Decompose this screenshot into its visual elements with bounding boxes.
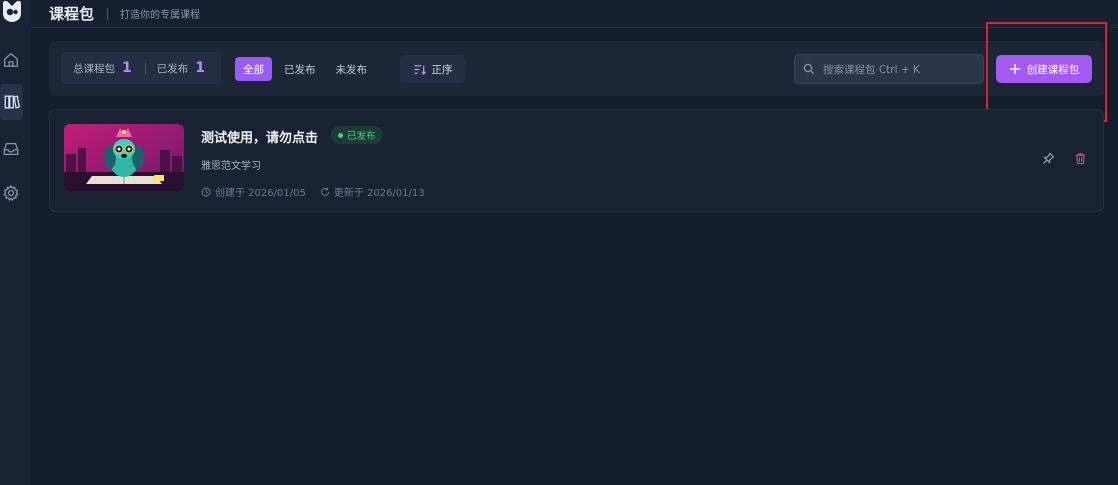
page-title: 课程包 [49, 5, 95, 23]
sidebar-item-courses[interactable] [0, 84, 23, 120]
stat-published: 已发布 1 [157, 60, 205, 76]
stat-published-label: 已发布 [156, 63, 189, 75]
stats-panel: 总课程包 1 已发布 1 [61, 52, 221, 84]
stat-total: 总课程包 1 [73, 60, 132, 76]
delete-button[interactable] [1074, 152, 1087, 165]
pin-icon [1042, 152, 1055, 165]
status-label: 已发布 [347, 131, 376, 142]
plus-icon [1009, 64, 1020, 74]
sort-label: 正序 [431, 63, 453, 76]
refresh-icon [320, 187, 329, 196]
gear-icon [3, 184, 19, 202]
inbox-icon [3, 142, 19, 156]
sort-icon [413, 64, 426, 75]
create-course-package-button[interactable]: 创建课程包 [996, 55, 1092, 83]
app-logo[interactable] [1, 0, 23, 22]
title-divider [107, 7, 109, 20]
home-icon [4, 52, 18, 67]
books-icon [4, 95, 20, 109]
sidebar-item-settings[interactable] [0, 175, 22, 211]
card-actions [1042, 152, 1087, 165]
sidebar-item-inbox[interactable] [0, 131, 22, 167]
create-course-package-label: 创建课程包 [1026, 63, 1080, 76]
search-placeholder: 搜索课程包 Ctrl + K [823, 63, 920, 76]
updated-date-text: 更新于 2026/01/13 [333, 188, 425, 199]
search-input[interactable]: 搜索课程包 Ctrl + K [794, 54, 984, 84]
filter-unpublished-button[interactable]: 未发布 [328, 57, 376, 81]
course-card[interactable]: 测试使用，请勿点击 已发布 雅思范文学习 创建于 2026/01/05 更新于 … [49, 109, 1104, 212]
status-dot [338, 132, 343, 138]
sidebar-item-home[interactable] [0, 42, 22, 78]
filter-published-button[interactable]: 已发布 [276, 57, 324, 81]
page-subtitle: 打造你的专属课程 [120, 10, 201, 21]
toolbar: 总课程包 1 已发布 1 全部 已发布 未发布 正序 搜索课程包 Ctrl + … [49, 41, 1104, 96]
top-bar: 课程包 打造你的专属课程 [31, 0, 1118, 28]
course-meta: 创建于 2026/01/05 更新于 2026/01/13 [201, 184, 439, 199]
sort-button[interactable]: 正序 [400, 55, 465, 83]
filter-group: 全部 已发布 未发布 [235, 57, 375, 81]
created-date-text: 创建于 2026/01/05 [215, 188, 306, 199]
stat-total-value: 1 [122, 60, 132, 76]
stat-total-label: 总课程包 [73, 63, 115, 75]
course-title[interactable]: 测试使用，请勿点击 [201, 127, 318, 146]
stat-divider [144, 62, 146, 74]
sidebar [0, 0, 32, 485]
trash-icon [1075, 153, 1086, 165]
course-thumbnail [64, 124, 184, 191]
filter-all-button[interactable]: 全部 [235, 57, 272, 81]
search-icon [803, 63, 815, 75]
status-badge: 已发布 [331, 126, 383, 144]
created-date: 创建于 2026/01/05 [201, 184, 306, 199]
clock-icon [201, 187, 211, 196]
updated-date: 更新于 2026/01/13 [320, 184, 425, 199]
course-description: 雅思范文学习 [201, 161, 261, 172]
pin-button[interactable] [1042, 152, 1055, 165]
stat-published-value: 1 [195, 60, 205, 76]
